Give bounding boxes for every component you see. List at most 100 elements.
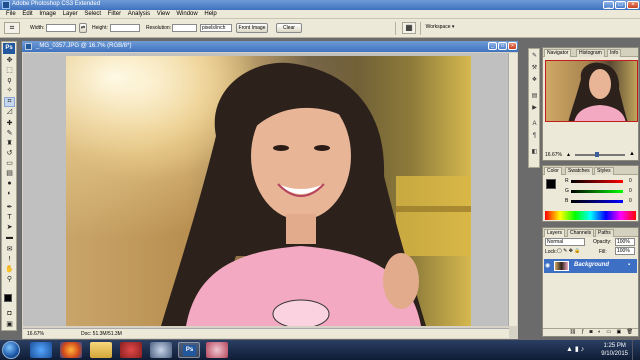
app-icon[interactable] (120, 342, 142, 358)
path-selection-tool-icon[interactable]: ➤ (5, 224, 14, 232)
shape-tool-icon[interactable]: ▬ (5, 234, 14, 242)
zoom-in-icon[interactable]: ▲ (629, 151, 635, 157)
clone-stamp-tool-icon[interactable]: ♜ (5, 140, 14, 148)
menu-analysis[interactable]: Analysis (128, 11, 150, 17)
blue-value[interactable]: 0 (629, 198, 632, 204)
show-desktop-button[interactable] (632, 340, 640, 360)
menu-filter[interactable]: Filter (108, 11, 121, 17)
tool-presets-icon[interactable]: ⚒ (531, 65, 538, 72)
minimize-button[interactable]: _ (603, 1, 614, 9)
color-spectrum-ramp[interactable] (545, 211, 636, 220)
menu-view[interactable]: View (157, 11, 170, 17)
marquee-tool-icon[interactable]: ⬚ (5, 67, 14, 75)
swap-dimensions-button[interactable]: ⇄ (79, 23, 87, 33)
canvas-area[interactable] (23, 53, 509, 326)
document-size-info[interactable]: Doc: 51.3M/51.3M (81, 331, 122, 337)
foreground-color-swatch[interactable] (4, 294, 12, 302)
layer-name[interactable]: Background (574, 262, 609, 268)
move-tool-icon[interactable]: ✥ (5, 57, 14, 65)
zoom-level[interactable]: 16.67% (27, 331, 44, 337)
document-maximize-button[interactable]: □ (498, 42, 507, 50)
workspace-menu[interactable]: Workspace ▾ (422, 23, 458, 33)
document-close-button[interactable]: × (508, 42, 517, 50)
brushes-panel-icon[interactable]: ✎ (531, 53, 538, 60)
brush-tool-icon[interactable]: ✎ (5, 130, 14, 138)
crop-tool-preset-icon[interactable]: ⌗ (4, 22, 20, 34)
app-icon[interactable] (206, 342, 228, 358)
zoom-tool-icon[interactable]: ⚲ (5, 276, 14, 284)
width-input[interactable] (46, 24, 76, 32)
photoshop-taskbar-icon[interactable]: Ps (178, 342, 200, 358)
document-minimize-button[interactable]: _ (488, 42, 497, 50)
quick-mask-icon[interactable]: ◘ (5, 310, 14, 318)
tab-color[interactable]: Color (544, 167, 562, 175)
tab-layers[interactable]: Layers (544, 229, 566, 237)
history-brush-tool-icon[interactable]: ↺ (5, 150, 14, 158)
new-layer-icon[interactable]: ▣ (617, 329, 624, 335)
magic-wand-tool-icon[interactable]: ✧ (5, 87, 14, 95)
palette-well-icon[interactable]: ▦ (402, 22, 416, 34)
tab-swatches[interactable]: Swatches (565, 167, 593, 175)
height-input[interactable] (110, 24, 140, 32)
layer-row[interactable]: ◉ Background ▪ (544, 259, 637, 273)
menu-layer[interactable]: Layer (63, 11, 78, 17)
document-title-bar[interactable]: _MG_0357.JPG @ 16.7% (RGB/8*) _ □ × (22, 41, 518, 52)
menu-image[interactable]: Image (39, 11, 56, 17)
dodge-tool-icon[interactable]: ◐ (5, 190, 14, 198)
tab-histogram[interactable]: Histogram (576, 49, 605, 57)
eyedropper-tool-icon[interactable]: ⵑ (5, 256, 14, 264)
visibility-eye-icon[interactable]: ◉ (545, 262, 550, 269)
blur-tool-icon[interactable]: ● (5, 180, 14, 188)
adjustment-layer-icon[interactable]: ◐ (598, 329, 603, 335)
menu-file[interactable]: File (6, 11, 16, 17)
new-group-icon[interactable]: ▭ (606, 329, 613, 335)
red-value[interactable]: 0 (629, 178, 632, 184)
screen-mode-icon[interactable]: ▣ (5, 321, 14, 329)
app-icon[interactable] (150, 342, 172, 358)
start-button[interactable] (2, 341, 20, 359)
opacity-input[interactable]: 100% (615, 238, 635, 246)
zoom-slider-handle[interactable] (595, 152, 599, 157)
clone-source-icon[interactable]: ❖ (531, 77, 538, 84)
navigator-zoom-slider[interactable] (575, 154, 625, 156)
close-button[interactable]: × (627, 1, 639, 9)
resolution-unit-select[interactable]: pixels/inch (200, 24, 232, 32)
front-image-button[interactable]: Front Image (236, 23, 268, 33)
resolution-input[interactable] (172, 24, 197, 32)
green-slider[interactable] (571, 190, 623, 193)
link-layers-icon[interactable]: ⛓ (570, 329, 578, 335)
paragraph-panel-icon[interactable]: ¶ (531, 133, 538, 140)
portrait-photo[interactable] (66, 56, 471, 326)
green-value[interactable]: 0 (629, 188, 632, 194)
tray-icons[interactable]: ▲ ▮ ♪ (566, 345, 584, 353)
lasso-tool-icon[interactable]: ϙ (5, 77, 14, 85)
pen-tool-icon[interactable]: ✒ (5, 204, 14, 212)
navigator-thumbnail[interactable] (545, 60, 638, 122)
character-panel-icon[interactable]: A (531, 121, 538, 128)
hand-tool-icon[interactable]: ✋ (5, 266, 14, 274)
file-explorer-icon[interactable] (90, 342, 112, 358)
tab-info[interactable]: Info (607, 49, 622, 57)
lock-icon[interactable]: ▢ ✎ ✥ 🔒 (557, 248, 581, 254)
healing-brush-tool-icon[interactable]: ✚ (5, 120, 14, 128)
layer-comps-icon[interactable]: ◧ (531, 149, 538, 156)
menu-window[interactable]: Window (176, 11, 197, 17)
menu-edit[interactable]: Edit (22, 11, 32, 17)
notes-tool-icon[interactable]: ✉ (5, 246, 14, 254)
crop-tool-icon[interactable]: ⌗ (4, 97, 15, 107)
vertical-scrollbar[interactable] (508, 53, 517, 326)
zoom-out-icon[interactable]: ▴ (567, 151, 570, 158)
slice-tool-icon[interactable]: ◿ (5, 108, 14, 116)
actions-panel-icon[interactable]: ▶ (531, 105, 538, 112)
internet-explorer-icon[interactable] (30, 342, 52, 358)
menu-help[interactable]: Help (204, 11, 216, 17)
navigator-zoom[interactable]: 16.67% (545, 152, 562, 158)
tab-channels[interactable]: Channels (567, 229, 595, 237)
layer-style-icon[interactable]: ƒ (581, 329, 586, 335)
blend-mode-select[interactable]: Normal (545, 238, 585, 246)
gradient-tool-icon[interactable]: ▤ (5, 170, 14, 178)
history-panel-icon[interactable]: ▤ (531, 93, 538, 100)
tab-navigator[interactable]: Navigator (544, 49, 572, 57)
layer-mask-icon[interactable]: ◙ (590, 329, 595, 335)
firefox-icon[interactable] (60, 342, 82, 358)
